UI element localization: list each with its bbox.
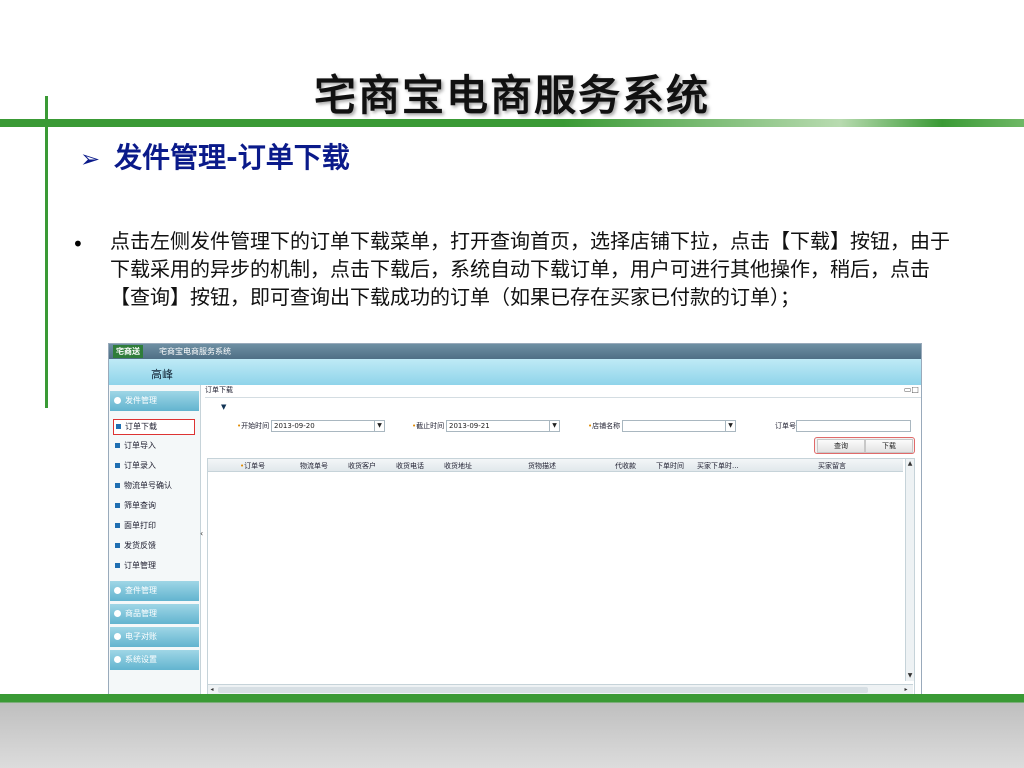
chevron-down-icon: ▼ — [725, 421, 735, 431]
horizontal-scroll-thumb[interactable] — [218, 687, 868, 693]
order-download-panel: 订单下载 ▭□ ▼ •开始时间 2013-09-20 ▼ •截止时间 2013-0… — [205, 385, 921, 695]
column-order-time[interactable]: 下单时间 — [656, 461, 684, 471]
orders-table: •订单号 物流单号 收货客户 收货电话 收货地址 货物描述 代收款 下单时间 买… — [207, 458, 915, 695]
panel-title: 订单下载 — [205, 385, 921, 398]
circle-arrow-icon — [114, 587, 121, 594]
scroll-up-icon[interactable]: ▲ — [906, 459, 914, 468]
filter-collapse-toggle[interactable]: ▼ — [221, 403, 226, 411]
sidebar-item-label: 订单录入 — [124, 461, 156, 470]
end-time-select[interactable]: 2013-09-21 ▼ — [446, 420, 560, 432]
column-order-number[interactable]: •订单号 — [240, 461, 265, 471]
scroll-right-icon[interactable]: ▸ — [902, 685, 910, 694]
sidebar-section-shipping[interactable]: 发件管理 — [110, 391, 199, 411]
footer-band — [0, 694, 1024, 768]
sidebar-item-order-entry[interactable]: 订单录入 — [113, 459, 193, 473]
chevron-down-icon: ▼ — [374, 421, 384, 431]
user-bar: 高峰 — [109, 359, 921, 385]
sidebar-item-label: 物流单号确认 — [124, 481, 172, 490]
sidebar-section-tracking[interactable]: 查件管理 — [110, 581, 199, 601]
slide-title: 宅商宝电商服务系统 — [313, 71, 710, 120]
column-recipient-address[interactable]: 收货地址 — [444, 461, 472, 471]
arrow-bullet-icon: ➢ — [80, 145, 101, 173]
action-button-group: 查询 下载 — [814, 437, 915, 454]
start-time-label: •开始时间 — [237, 422, 270, 430]
shop-name-select[interactable]: ▼ — [622, 420, 736, 432]
sidebar-section-label: 系统设置 — [125, 655, 157, 664]
square-bullet-icon — [115, 543, 120, 548]
sidebar-section-settings[interactable]: 系统设置 — [110, 650, 199, 670]
column-cod-amount[interactable]: 代收款 — [615, 461, 636, 471]
app-screenshot: 宅商送 宅商宝电商服务系统 高峰 发件管理 订单下载 订单导入 订单录入 物流单… — [108, 343, 922, 696]
left-accent-line — [45, 96, 48, 408]
bullet-dot: • — [72, 232, 84, 256]
square-bullet-icon — [115, 443, 120, 448]
sidebar-item-filter-query[interactable]: 筛单查询 — [113, 499, 193, 513]
user-name: 高峰 — [151, 368, 173, 381]
square-bullet-icon — [115, 483, 120, 488]
order-number-input[interactable] — [796, 420, 911, 432]
scroll-down-icon[interactable]: ▼ — [906, 671, 914, 680]
square-bullet-icon — [116, 424, 121, 429]
sidebar-section-products[interactable]: 商品管理 — [110, 604, 199, 624]
sidebar: 发件管理 订单下载 订单导入 订单录入 物流单号确认 筛单查询 面单打印 发货反… — [109, 385, 201, 695]
column-recipient[interactable]: 收货客户 — [348, 461, 376, 471]
sidebar-item-label: 面单打印 — [124, 521, 156, 530]
sidebar-section-label: 查件管理 — [125, 586, 157, 595]
section-heading: ➢ 发件管理-订单下载 — [80, 136, 350, 176]
shop-name-label: •店铺名称 — [588, 422, 621, 430]
sidebar-section-label: 商品管理 — [125, 609, 157, 618]
app-logo: 宅商送 — [113, 345, 143, 358]
circle-arrow-icon — [114, 397, 121, 404]
circle-arrow-icon — [114, 656, 121, 663]
sidebar-collapse-handle[interactable]: ‹ — [200, 529, 203, 538]
sidebar-section-reconciliation[interactable]: 电子对账 — [110, 627, 199, 647]
order-number-label: 订单号 — [775, 422, 796, 430]
sidebar-section-label: 电子对账 — [125, 632, 157, 641]
sidebar-item-order-manage[interactable]: 订单管理 — [113, 559, 193, 573]
sidebar-item-order-download[interactable]: 订单下载 — [113, 419, 195, 435]
end-time-label: •截止时间 — [412, 422, 445, 430]
circle-arrow-icon — [114, 633, 121, 640]
app-name: 宅商宝电商服务系统 — [159, 347, 231, 356]
section-heading-text: 发件管理-订单下载 — [114, 141, 350, 174]
panel-window-controls[interactable]: ▭□ — [904, 385, 919, 394]
sidebar-item-label-print[interactable]: 面单打印 — [113, 519, 193, 533]
column-tracking-number[interactable]: 物流单号 — [300, 461, 328, 471]
column-recipient-phone[interactable]: 收货电话 — [396, 461, 424, 471]
square-bullet-icon — [115, 523, 120, 528]
square-bullet-icon — [115, 463, 120, 468]
square-bullet-icon — [115, 563, 120, 568]
sidebar-item-label: 订单下载 — [125, 422, 157, 431]
vertical-scrollbar[interactable]: ▲ ▼ — [905, 459, 914, 681]
sidebar-item-label: 筛单查询 — [124, 501, 156, 510]
sidebar-item-shipping-feedback[interactable]: 发货反馈 — [113, 539, 193, 553]
sidebar-item-label: 订单导入 — [124, 441, 156, 450]
download-button[interactable]: 下载 — [865, 439, 913, 453]
square-bullet-icon — [115, 503, 120, 508]
column-buyer-order-time[interactable]: 买家下单时... — [697, 461, 739, 471]
chevron-down-icon: ▼ — [549, 421, 559, 431]
sidebar-section-label: 发件管理 — [125, 396, 157, 405]
sidebar-item-label: 订单管理 — [124, 561, 156, 570]
app-titlebar: 宅商送 宅商宝电商服务系统 — [109, 344, 921, 359]
table-header: •订单号 物流单号 收货客户 收货电话 收货地址 货物描述 代收款 下单时间 买… — [208, 459, 903, 472]
column-goods-description[interactable]: 货物描述 — [528, 461, 556, 471]
circle-arrow-icon — [114, 610, 121, 617]
query-button[interactable]: 查询 — [817, 439, 865, 453]
sidebar-item-label: 发货反馈 — [124, 541, 156, 550]
scroll-left-icon[interactable]: ◂ — [208, 685, 216, 694]
column-buyer-message[interactable]: 买家留言 — [818, 461, 846, 471]
sidebar-item-tracking-confirm[interactable]: 物流单号确认 — [113, 479, 193, 493]
sidebar-item-order-import[interactable]: 订单导入 — [113, 439, 193, 453]
instruction-paragraph: 点击左侧发件管理下的订单下载菜单，打开查询首页，选择店铺下拉，点击【下载】按钮，… — [110, 229, 950, 309]
start-time-select[interactable]: 2013-09-20 ▼ — [271, 420, 385, 432]
